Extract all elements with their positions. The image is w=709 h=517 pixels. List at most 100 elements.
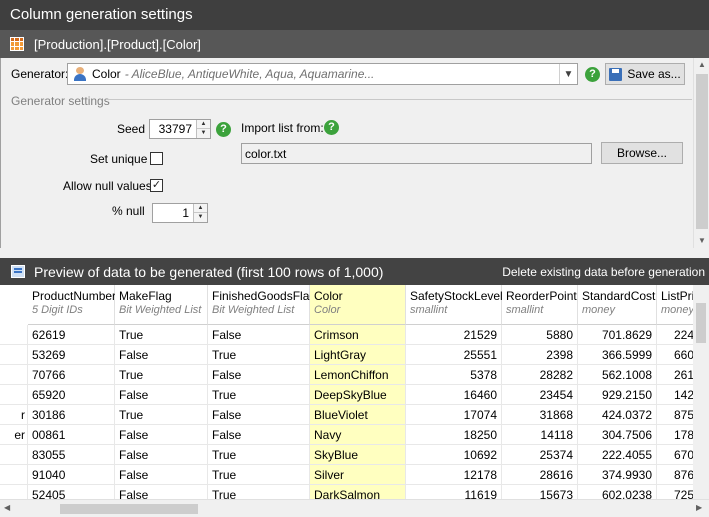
table-cell[interactable]: 701.8629 xyxy=(578,325,657,345)
table-cell[interactable]: 28282 xyxy=(502,365,578,385)
table-cell[interactable]: 91040 xyxy=(28,465,115,485)
table-cell[interactable]: False xyxy=(115,465,208,485)
chevron-down-icon[interactable]: ▼ xyxy=(559,64,577,84)
table-column-finishedgoodsflag: FinishedGoodsFlag Bit Weighted List False T… xyxy=(208,285,317,517)
table-cell[interactable]: Silver xyxy=(310,465,406,485)
seed-spin-buttons[interactable]: ▲ ▼ xyxy=(196,120,210,138)
table-cell[interactable]: False xyxy=(208,325,310,345)
seed-stepper[interactable]: 33797 ▲ ▼ xyxy=(149,119,211,139)
scroll-up-icon[interactable]: ▲ xyxy=(694,58,709,72)
table-column-makeflag: MakeFlag Bit Weighted List True False True Fa… xyxy=(115,285,208,517)
table-cell[interactable]: 30186 xyxy=(28,405,115,425)
scroll-right-icon[interactable]: ▶ xyxy=(696,503,702,512)
table-cell[interactable]: LemonChiffon xyxy=(310,365,406,385)
table-horizontal-scrollbar[interactable]: ◀ ▶ xyxy=(0,499,709,517)
scroll-thumb[interactable] xyxy=(60,504,198,514)
table-cell[interactable]: False xyxy=(115,425,208,445)
table-cell[interactable]: 14118 xyxy=(502,425,578,445)
scroll-down-icon[interactable]: ▼ xyxy=(694,234,709,248)
import-file-field[interactable]: color.txt xyxy=(241,143,592,164)
table-cell[interactable]: 62619 xyxy=(28,325,115,345)
table-cell[interactable]: 17074 xyxy=(406,405,502,425)
table-cell[interactable]: 929.2150 xyxy=(578,385,657,405)
table-cell[interactable]: 10692 xyxy=(406,445,502,465)
table-cell[interactable]: 70766 xyxy=(28,365,115,385)
table-cell[interactable]: True xyxy=(208,385,310,405)
settings-scrollbar[interactable]: ▲ ▼ xyxy=(693,58,709,248)
table-cell[interactable]: 562.1008 xyxy=(578,365,657,385)
table-cell[interactable]: 18250 xyxy=(406,425,502,445)
left-stub-column: r er xyxy=(0,285,28,517)
table-cell[interactable]: 12178 xyxy=(406,465,502,485)
column-header[interactable]: StandardCost money xyxy=(578,285,657,325)
table-cell[interactable]: False xyxy=(115,445,208,465)
table-cell[interactable]: 222.4055 xyxy=(578,445,657,465)
table-cell[interactable]: False xyxy=(208,405,310,425)
table-cell[interactable]: 5378 xyxy=(406,365,502,385)
table-cell[interactable]: 83055 xyxy=(28,445,115,465)
table-cell[interactable]: 25374 xyxy=(502,445,578,465)
table-cell[interactable]: 366.5999 xyxy=(578,345,657,365)
table-cell[interactable]: 31868 xyxy=(502,405,578,425)
table-cell[interactable]: 21529 xyxy=(406,325,502,345)
null-label: Allow null values xyxy=(63,179,152,193)
table-cell[interactable]: 2398 xyxy=(502,345,578,365)
column-header-type: smallint xyxy=(506,304,544,316)
table-cell[interactable]: Navy xyxy=(310,425,406,445)
table-column-reorderpoint: ReorderPoint smallint 5880 2398 28282 23454 31… xyxy=(502,285,578,517)
table-cell[interactable]: 25551 xyxy=(406,345,502,365)
column-header[interactable]: Color Color xyxy=(310,285,406,325)
table-cell[interactable]: SkyBlue xyxy=(310,445,406,465)
table-cell[interactable]: False xyxy=(208,365,310,385)
table-cell[interactable]: 00861 xyxy=(28,425,115,445)
delete-existing-option[interactable]: Delete existing data before generation xyxy=(502,265,705,279)
table-cell[interactable]: 65920 xyxy=(28,385,115,405)
help-icon[interactable]: ? xyxy=(216,122,231,137)
column-header-type: Color xyxy=(314,304,341,316)
table-cell[interactable]: LightGray xyxy=(310,345,406,365)
help-icon[interactable]: ? xyxy=(585,67,600,82)
table-cell[interactable]: 374.9930 xyxy=(578,465,657,485)
table-cell[interactable]: False xyxy=(115,345,208,365)
column-header-name: FinishedGoodsFlag xyxy=(212,289,317,303)
pct-null-spin-buttons[interactable]: ▲ ▼ xyxy=(193,204,207,222)
unique-checkbox[interactable] xyxy=(150,152,163,165)
scroll-thumb[interactable] xyxy=(696,303,706,343)
table-cell[interactable]: 424.0372 xyxy=(578,405,657,425)
table-cell[interactable]: True xyxy=(208,445,310,465)
scroll-left-icon[interactable]: ◀ xyxy=(4,503,10,512)
save-as-button[interactable]: Save as... xyxy=(605,63,685,85)
allow-null-checkbox[interactable]: ✓ xyxy=(150,179,163,192)
table-cell[interactable]: DeepSkyBlue xyxy=(310,385,406,405)
pct-null-stepper[interactable]: 1 ▲ ▼ xyxy=(152,203,208,223)
table-cell[interactable]: 304.7506 xyxy=(578,425,657,445)
table-cell[interactable]: Crimson xyxy=(310,325,406,345)
table-cell[interactable]: 5880 xyxy=(502,325,578,345)
column-header[interactable]: MakeFlag Bit Weighted List xyxy=(115,285,208,325)
generator-combo[interactable]: Color - AliceBlue, AntiqueWhite, Aqua, A… xyxy=(67,63,578,85)
table-cell[interactable]: False xyxy=(115,385,208,405)
column-header[interactable]: ReorderPoint smallint xyxy=(502,285,578,325)
table-cell[interactable]: True xyxy=(115,405,208,425)
generator-sample: - AliceBlue, AntiqueWhite, Aqua, Aquamar… xyxy=(124,67,375,81)
table-cell[interactable]: 16460 xyxy=(406,385,502,405)
table-cell[interactable]: True xyxy=(208,345,310,365)
scroll-thumb[interactable] xyxy=(696,74,708,229)
table-cell[interactable]: 53269 xyxy=(28,345,115,365)
help-icon[interactable]: ? xyxy=(324,120,339,135)
table-cell[interactable]: False xyxy=(208,425,310,445)
table-cell[interactable]: True xyxy=(115,365,208,385)
preview-table: r er ProductNumber 5 Digit IDs 62619 53269 70… xyxy=(0,285,709,517)
table-cell[interactable]: True xyxy=(115,325,208,345)
table-vertical-scrollbar[interactable] xyxy=(693,285,709,499)
column-header[interactable]: ProductNumber 5 Digit IDs xyxy=(28,285,116,325)
column-header[interactable]: SafetyStockLevel smallint xyxy=(406,285,503,325)
browse-button[interactable]: Browse... xyxy=(601,142,683,164)
table-cell[interactable]: True xyxy=(208,465,310,485)
table-cell xyxy=(0,465,28,485)
table-cell[interactable]: BlueViolet xyxy=(310,405,406,425)
table-cell[interactable]: 23454 xyxy=(502,385,578,405)
table-cell[interactable]: 28616 xyxy=(502,465,578,485)
settings-panel: Generator: Color - AliceBlue, AntiqueWhi… xyxy=(0,58,709,248)
column-header[interactable]: FinishedGoodsFlag Bit Weighted List xyxy=(208,285,317,325)
